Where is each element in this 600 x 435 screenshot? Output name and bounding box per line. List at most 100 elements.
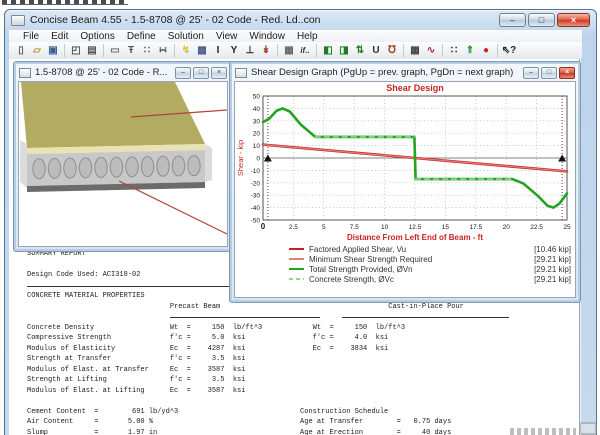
beam-view-titlebar[interactable]: 1.5-8708 @ 25' - 02 Code - R... – □ × [16, 64, 230, 81]
legend-row: Minimum Shear Strength Required[29.21 ki… [289, 254, 571, 264]
annotation-leader-line-bottom [119, 181, 227, 234]
supports-button[interactable]: ⊥ [242, 43, 258, 58]
beam-geometry-button[interactable]: ▭ [107, 43, 123, 58]
y-tick-label: 30 [253, 118, 261, 125]
open-folder-button[interactable]: ▱ [29, 43, 45, 58]
x-axis-label: Distance From Left End of Beam - ft [347, 233, 483, 242]
menu-item-file[interactable]: File [17, 31, 45, 42]
minimize-button[interactable]: – [523, 67, 539, 79]
print-preview-button[interactable]: ◰ [68, 43, 84, 58]
legend-value: [29.21 kip] [515, 265, 571, 274]
legend-label: Concrete Strength, ØVc [309, 275, 515, 284]
design-graphs-button[interactable]: ∿ [423, 43, 439, 58]
menu-item-options[interactable]: Options [74, 31, 120, 42]
beam-3d-render [19, 82, 228, 243]
hollow-core [126, 157, 138, 177]
legend-value: [29.21 kip] [515, 275, 571, 284]
minimize-button[interactable]: – [499, 13, 526, 27]
maximize-button[interactable]: □ [541, 67, 557, 79]
shear-graph-window[interactable]: Shear Design Graph (PgUp = prev. graph, … [230, 62, 580, 302]
beam-section-button[interactable]: Ŧ [123, 43, 139, 58]
toolbar: ▯▱▣◰▤▭Ŧ∷∺↯▩IY⊥↡▦if..◧◨⇅U℧▦∿∷⇑●⇖? [9, 42, 582, 60]
y-tick-label: 50 [253, 94, 261, 101]
summary-column-rules [27, 312, 464, 323]
toolbar-separator [403, 44, 404, 57]
close-button[interactable]: × [559, 67, 575, 79]
hollow-core [48, 158, 60, 178]
section-properties-button[interactable]: I [210, 43, 226, 58]
rebar-layout-button[interactable]: ∺ [155, 43, 171, 58]
app-titlebar[interactable]: Concise Beam 4.55 - 1.5-8708 @ 25' - 02 … [5, 10, 596, 30]
legend-row: Concrete Strength, ØVc[29.21 kip] [289, 274, 571, 284]
beam-topping-surface [21, 82, 205, 148]
flexure-design-button[interactable]: ◧ [320, 43, 336, 58]
x-tick-label: 10 [381, 224, 389, 231]
x-tick-label: 7.5 [350, 224, 359, 231]
shear-graph-canvas[interactable]: -50-40-30-20-100102030405002.557.51012.5… [234, 81, 576, 298]
stop-record-button[interactable]: ● [478, 43, 494, 58]
legend-swatch [289, 278, 304, 280]
shear-graph-titlebar[interactable]: Shear Design Graph (PgUp = prev. graph, … [232, 64, 578, 81]
hollow-core [64, 158, 76, 178]
legend-swatch [289, 268, 304, 271]
close-button[interactable]: × [211, 67, 227, 79]
clipped-page-text [2, 0, 128, 5]
analysis-settings-button[interactable]: ▦ [281, 43, 297, 58]
app-icon [11, 15, 25, 26]
close-button[interactable]: × [557, 13, 590, 27]
quick-run-button[interactable]: ↯ [178, 43, 194, 58]
legend-label: Total Strength Provided, ØVn [309, 265, 515, 274]
beam-3d-view[interactable] [18, 81, 228, 247]
stirrup-shape-button[interactable]: U [368, 43, 384, 58]
new-file-button[interactable]: ▯ [13, 43, 29, 58]
stirrup-spacing-button[interactable]: ⇅ [352, 43, 368, 58]
summary-line [27, 396, 464, 407]
y-tick-label: -50 [251, 218, 261, 225]
y-tick-label: 20 [253, 131, 261, 138]
legend-swatch [289, 248, 304, 251]
context-help-button[interactable]: ⇖? [501, 43, 517, 58]
filter-results-button[interactable]: Y [226, 43, 242, 58]
y-tick-label: -30 [251, 193, 261, 200]
menu-item-view[interactable]: View [210, 31, 244, 42]
toolbar-separator [64, 44, 65, 57]
menu-item-define[interactable]: Define [121, 31, 162, 42]
summary-line: Precast Beam Cast-in-Place Pour [27, 302, 464, 313]
hollow-core [79, 158, 91, 178]
save-file-button[interactable]: ▣ [45, 43, 61, 58]
calculation-summary-button[interactable]: ▦ [407, 43, 423, 58]
minimize-button[interactable]: – [175, 67, 191, 79]
hollow-core [141, 157, 153, 177]
load-cases-button[interactable]: if.. [297, 43, 313, 58]
menu-item-help[interactable]: Help [291, 31, 324, 42]
menu-item-edit[interactable]: Edit [45, 31, 74, 42]
hollow-core [33, 159, 45, 179]
lifting-design-button[interactable]: ℧ [384, 43, 400, 58]
x-tick-label: 12.5 [409, 224, 422, 231]
beam-view-window[interactable]: 1.5-8708 @ 25' - 02 Code - R... – □ × [14, 62, 232, 251]
strand-layout-button[interactable]: ∷ [139, 43, 155, 58]
beam-right-end-face [205, 144, 212, 182]
maximize-button[interactable]: □ [528, 13, 555, 27]
loads-button[interactable]: ↡ [258, 43, 274, 58]
view-graphics-button[interactable]: ▩ [194, 43, 210, 58]
hollow-core [95, 158, 107, 178]
menu-item-window[interactable]: Window [243, 31, 291, 42]
run-analysis-button[interactable]: ∷ [446, 43, 462, 58]
maximize-button[interactable]: □ [193, 67, 209, 79]
shear-design-button[interactable]: ◨ [336, 43, 352, 58]
page: Concise Beam 4.55 - 1.5-8708 @ 25' - 02 … [0, 0, 600, 435]
summary-line: Compressive Strength f'c = 5.0 ksi f'c =… [27, 333, 464, 344]
toolbar-separator [277, 44, 278, 57]
watermark-logo [579, 422, 597, 435]
design-status-button[interactable]: ⇑ [462, 43, 478, 58]
y-tick-label: 40 [253, 106, 261, 113]
toolbar-separator [316, 44, 317, 57]
summary-line: Air Content = 5.00 % Age at Transfer = 0… [27, 417, 464, 428]
menu-item-solution[interactable]: Solution [162, 31, 210, 42]
print-button[interactable]: ▤ [84, 43, 100, 58]
beam-left-end-face [20, 140, 27, 188]
chart-title: Shear Design [386, 83, 444, 93]
y-tick-label: 10 [253, 143, 261, 150]
y-tick-label: -10 [251, 168, 261, 175]
